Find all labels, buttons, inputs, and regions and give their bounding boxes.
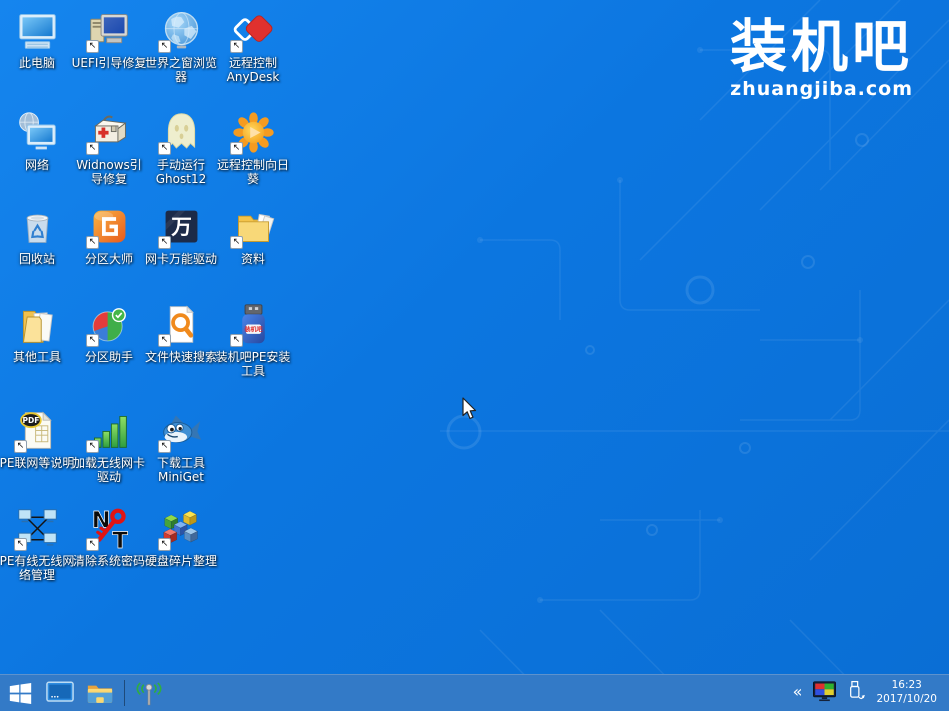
partition-pie-icon: ↖	[85, 300, 133, 348]
folder-explorer-icon	[86, 681, 114, 706]
folder-icon: ↖	[229, 202, 277, 250]
display-settings-tray-icon[interactable]	[813, 681, 836, 706]
svg-text:T: T	[112, 528, 128, 551]
desktop-icon-label: 硬盘碎片整理	[133, 554, 229, 568]
taskbar: « 16:23	[0, 674, 949, 711]
desktop-icon-pe-network-manager[interactable]: ↖ PE有线无线网 络管理	[1, 504, 73, 583]
shortcut-arrow-icon: ↖	[86, 40, 99, 53]
sunflower-icon: ↖	[229, 108, 277, 156]
toolbox-icon: ↖	[85, 108, 133, 156]
file-explorer-button[interactable]	[80, 675, 120, 711]
desktop-icon-miniget[interactable]: ↖ 下载工具 MiniGet	[145, 406, 217, 485]
brand-subtitle: zhuangjiba.com	[730, 78, 913, 100]
desktop-icon-label: 资料	[205, 252, 301, 266]
tray-expand-chevron[interactable]: «	[793, 684, 803, 702]
desktop-icon-sunflower-remote[interactable]: ↖ 远程控制向日 葵	[217, 108, 289, 187]
desktop-icon-data-folder[interactable]: ↖ 资料	[217, 202, 289, 266]
shortcut-arrow-icon: ↖	[230, 142, 243, 155]
start-button[interactable]	[0, 675, 40, 711]
lan-manage-icon: ↖	[13, 504, 61, 552]
ghost-icon: ↖	[157, 108, 205, 156]
file-search-icon: ↖	[157, 300, 205, 348]
shark-icon: ↖	[157, 406, 205, 454]
system-tray: « 16:23	[793, 679, 949, 706]
shortcut-arrow-icon: ↖	[158, 236, 171, 249]
shortcut-arrow-icon: ↖	[230, 40, 243, 53]
brand-logo: 装机吧 zhuangjiba.com	[730, 16, 913, 100]
shortcut-arrow-icon: ↖	[158, 142, 171, 155]
svg-text:PDF: PDF	[22, 416, 39, 425]
usb-eject-tray-icon[interactable]	[847, 680, 865, 706]
shortcut-arrow-icon: ↖	[158, 538, 171, 551]
defrag-cubes-icon: ↖	[157, 504, 205, 552]
tray-clock[interactable]: 16:23 2017/10/20	[876, 679, 937, 706]
uefi-repair-icon: ↖	[85, 6, 133, 54]
usb-install-icon: 装机吧 ↖	[229, 300, 277, 348]
shortcut-arrow-icon: ↖	[86, 142, 99, 155]
desktop-monitor-icon	[46, 681, 74, 706]
desktop-icon-defrag[interactable]: ↖ 硬盘碎片整理	[145, 504, 217, 568]
browser-globe-icon: ↖	[157, 6, 205, 54]
brand-title: 装机吧	[730, 16, 913, 80]
wireless-tool-button[interactable]	[129, 675, 169, 711]
open-folder-icon	[13, 300, 61, 348]
tray-date: 2017/10/20	[876, 693, 937, 707]
desktop-icon-anydesk[interactable]: ↖ 远程控制 AnyDesk	[217, 6, 289, 85]
diskgenius-icon: ↖	[85, 202, 133, 250]
computer-icon	[13, 6, 61, 54]
anydesk-icon: ↖	[229, 6, 277, 54]
shortcut-arrow-icon: ↖	[158, 40, 171, 53]
pdf-doc-icon: PDF ↖	[13, 406, 61, 454]
desktop-icon-label: 远程控制向日 葵	[205, 158, 301, 187]
windows-logo-icon	[9, 682, 32, 705]
network-icon	[13, 108, 61, 156]
svg-text:万: 万	[170, 215, 192, 239]
shortcut-arrow-icon: ↖	[86, 538, 99, 551]
mouse-cursor	[462, 397, 479, 425]
desktop-icon-zjb-pe-installer[interactable]: 装机吧 ↖ 装机吧PE安装 工具	[217, 300, 289, 379]
shortcut-arrow-icon: ↖	[230, 334, 243, 347]
shortcut-arrow-icon: ↖	[158, 440, 171, 453]
shortcut-arrow-icon: ↖	[86, 440, 99, 453]
show-desktop-button[interactable]	[40, 675, 80, 711]
tray-time: 16:23	[876, 679, 937, 693]
shortcut-arrow-icon: ↖	[230, 236, 243, 249]
wan-driver-icon: 万 ↖	[157, 202, 205, 250]
desktop-icon-label: 下载工具 MiniGet	[133, 456, 229, 485]
svg-text:装机吧: 装机吧	[243, 325, 262, 333]
nt-password-icon: N T ↖	[85, 504, 133, 552]
desktop-icon-label: 远程控制 AnyDesk	[205, 56, 301, 85]
shortcut-arrow-icon: ↖	[86, 236, 99, 249]
desktop-icon-label: 装机吧PE安装 工具	[205, 350, 301, 379]
shortcut-arrow-icon: ↖	[158, 334, 171, 347]
taskbar-separator	[124, 680, 125, 706]
shortcut-arrow-icon: ↖	[14, 440, 27, 453]
recycle-bin-icon	[13, 202, 61, 250]
shortcut-arrow-icon: ↖	[86, 334, 99, 347]
desktop-background: 装机吧 zhuangjiba.com 此电脑 ↖ UEFI引导修复	[0, 0, 949, 711]
signal-bars-icon: ↖	[85, 406, 133, 454]
shortcut-arrow-icon: ↖	[14, 538, 27, 551]
antenna-signal-icon	[134, 680, 164, 707]
